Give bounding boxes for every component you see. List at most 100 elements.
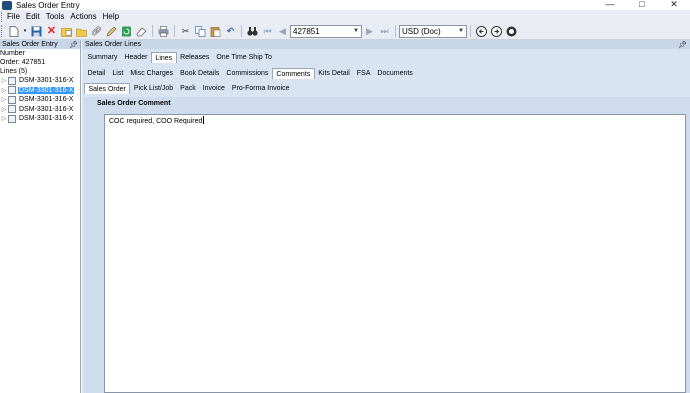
expand-arrow-icon[interactable]: ▷ [0,87,8,94]
main-panel-title: Sales Order Lines [85,41,142,48]
window-controls: — □ ✕ [594,0,690,10]
tree-item[interactable]: ▷ DSM-3301-316-X [0,114,80,124]
tree-item[interactable]: ▷ DSM-3301-316-X [0,95,80,105]
tab-commissions[interactable]: Commissions [223,68,272,79]
menu-edit[interactable]: Edit [23,12,43,21]
print-icon[interactable] [158,25,170,37]
menu-help[interactable]: Help [100,12,122,21]
main-panel: Sales Order Lines 📌︎ Summary Header Line… [82,40,690,393]
previous-record-icon[interactable]: ◀ [277,25,289,37]
tree-item-label: DSM-3301-316-X [19,96,74,104]
tab-pack[interactable]: Pack [177,83,200,94]
tab-releases[interactable]: Releases [177,52,213,63]
eraser-icon[interactable] [136,25,148,37]
new-folder-icon[interactable] [61,25,73,37]
order-label: Order: 427851 [0,59,46,66]
close-button[interactable]: ✕ [658,0,690,10]
lines-tab-bar: Detail List Misc Charges Book Details Co… [84,68,416,79]
expand-arrow-icon[interactable]: ▷ [0,96,8,103]
left-navigation-panel: Sales Order Entry 📌︎ Number Order: 42785… [0,40,81,393]
document-icon [8,105,16,114]
first-record-icon[interactable]: ⏮ [262,25,274,37]
tab-invoice[interactable]: Invoice [199,83,228,94]
open-folder-icon[interactable] [76,25,88,37]
order-number-combo[interactable]: 427851 ▼ [290,24,362,38]
tab-documents[interactable]: Documents [374,68,416,79]
tab-sales-order[interactable]: Sales Order [84,83,131,94]
tab-detail[interactable]: Detail [84,68,109,79]
title-bar: Sales Order Entry — □ ✕ [0,0,690,10]
tree-item[interactable]: ▷ DSM-3301-316-X [0,105,80,115]
edit-pencil-icon[interactable] [106,25,118,37]
document-icon [8,114,16,123]
pin-icon[interactable]: 📌︎ [69,41,78,49]
copy-icon[interactable] [195,25,207,37]
expand-arrow-icon[interactable]: ▷ [0,115,8,122]
attach-icon[interactable]: 🔗︎ [91,25,103,37]
document-icon [8,95,16,104]
tree-item-label: DSM-3301-316-X [19,105,74,113]
tree-item-selected[interactable]: ▷ DSM-3301-316-X [0,86,80,96]
menu-tools[interactable]: Tools [43,12,68,21]
text-caret [203,116,205,124]
toolbar-separator [395,25,396,37]
delete-icon[interactable]: ✕ [46,25,58,37]
menu-file[interactable]: File [4,12,23,21]
cut-icon[interactable]: ✂ [180,25,192,37]
stop-icon[interactable] [506,25,518,37]
dropdown-arrow-icon[interactable]: ▾ [23,25,28,37]
window-title: Sales Order Entry [16,0,80,10]
new-document-icon[interactable] [8,25,20,37]
back-icon[interactable] [476,25,488,37]
comment-textarea[interactable]: COC required, COO Required [104,114,686,393]
tab-pro-forma-invoice[interactable]: Pro-Forma Invoice [228,83,293,94]
tab-comments[interactable]: Comments [271,68,315,79]
currency-combo[interactable]: USD (Doc) ▼ [399,24,467,38]
main-panel-header: Sales Order Lines 📌︎ [82,40,690,49]
toolbar-separator [174,25,175,37]
tab-lines[interactable]: Lines [150,52,177,63]
toolbar-separator [470,25,471,37]
expand-arrow-icon[interactable]: ▷ [0,106,8,113]
comments-tab-bar: Sales Order Pick List/Job Pack Invoice P… [84,83,293,94]
toolbar-separator [241,25,242,37]
menu-actions[interactable]: Actions [67,12,99,21]
lines-label: Lines (5) [0,68,28,75]
maximize-button[interactable]: □ [626,0,658,10]
tab-pick-list-job[interactable]: Pick List/Job [130,83,176,94]
find-icon[interactable] [247,25,259,37]
undo-icon[interactable]: ↶ [225,25,237,37]
tree-item-label: DSM-3301-316-X [19,77,74,85]
menu-bar: File Edit Tools Actions Help [0,10,690,23]
refresh-icon[interactable] [121,25,133,37]
expand-arrow-icon[interactable]: ▷ [0,77,8,84]
tab-misc-charges[interactable]: Misc Charges [127,68,177,79]
toolbar-grip [1,25,4,37]
pin-icon[interactable]: 📌︎ [678,41,687,49]
currency-value: USD (Doc) [402,26,441,36]
toolbar-separator [152,25,153,37]
forward-icon[interactable] [491,25,503,37]
tab-list[interactable]: List [109,68,127,79]
last-record-icon[interactable]: ⏭ [379,25,391,37]
paste-icon[interactable] [210,25,222,37]
comment-title: Sales Order Comment [97,100,171,107]
minimize-button[interactable]: — [594,0,626,10]
tree-item-label: DSM-3301-316-X [19,115,74,123]
tree-item[interactable]: ▷ DSM-3301-316-X [0,76,80,86]
chevron-down-icon: ▼ [353,28,359,34]
next-record-icon[interactable]: ▶ [364,25,376,37]
left-panel-header: Sales Order Entry 📌︎ [0,40,80,49]
app-icon [2,0,12,10]
tab-kits-detail[interactable]: Kits Detail [315,68,354,79]
document-icon [8,76,16,85]
tab-one-time-ship-to[interactable]: One Time Ship To [213,52,276,63]
save-icon[interactable] [31,25,43,37]
tab-header[interactable]: Header [121,52,151,63]
tab-summary[interactable]: Summary [84,52,121,63]
tab-book-details[interactable]: Book Details [177,68,223,79]
tree-item-label: DSM-3301-316-X [18,86,75,94]
tab-fsa[interactable]: FSA [353,68,374,79]
order-number-value: 427851 [293,26,320,36]
top-tab-bar: Summary Header Lines Releases One Time S… [84,52,275,63]
